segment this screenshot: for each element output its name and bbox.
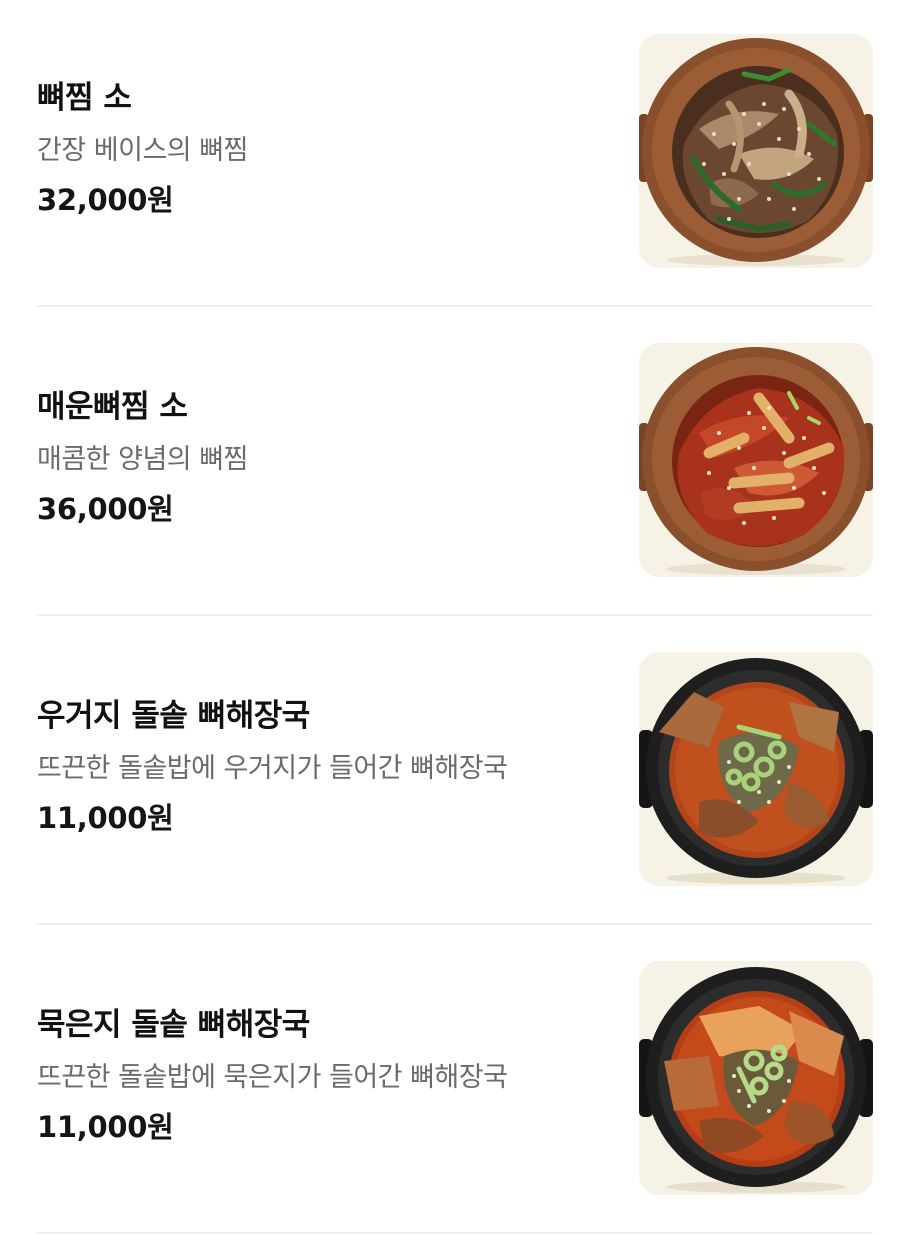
menu-item-name: 매운뼈찜 소 xyxy=(37,389,188,425)
menu-item-price: 11,000원 xyxy=(37,1110,174,1144)
menu-item-text: 우거지 돌솥 뼈해장국 뜨끈한 돌솥밥에 우거지가 들어간 뼈해장국 11,00… xyxy=(37,694,617,839)
menu-item-3[interactable]: 우거지 돌솥 뼈해장국 뜨끈한 돌솥밥에 우거지가 들어간 뼈해장국 11,00… xyxy=(0,618,900,927)
menu-item-4[interactable]: 묵은지 돌솥 뼈해장국 뜨끈한 돌솥밥에 묵은지가 들어간 뼈해장국 11,00… xyxy=(0,927,900,1236)
menu-item-price: 36,000원 xyxy=(37,492,174,526)
menu-item-2[interactable]: 매운뼈찜 소 매콤한 양념의 뼈찜 36,000원 xyxy=(0,309,900,618)
divider xyxy=(37,923,873,925)
kimchi-bone-soup-icon[interactable] xyxy=(639,961,873,1195)
menu-item-description: 뜨끈한 돌솥밥에 우거지가 들어간 뼈해장국 xyxy=(37,753,508,784)
cabbage-bone-soup-icon[interactable] xyxy=(639,652,873,886)
divider xyxy=(37,1232,873,1234)
menu-item-text: 매운뼈찜 소 매콤한 양념의 뼈찜 36,000원 xyxy=(37,385,617,530)
menu-list: 뼈찜 소 간장 베이스의 뼈찜 32,000원 매운뼈찜 소 매콤한 양념의 뼈… xyxy=(0,0,900,1236)
menu-item-name: 묵은지 돌솥 뼈해장국 xyxy=(37,1007,310,1043)
menu-item-1[interactable]: 뼈찜 소 간장 베이스의 뼈찜 32,000원 xyxy=(0,0,900,309)
menu-item-price: 32,000원 xyxy=(37,183,174,217)
divider xyxy=(37,614,873,616)
menu-item-text: 뼈찜 소 간장 베이스의 뼈찜 32,000원 xyxy=(37,76,617,221)
braised-pork-bone-soy-icon[interactable] xyxy=(639,34,873,268)
menu-item-price: 11,000원 xyxy=(37,801,174,835)
spicy-braised-pork-bone-icon[interactable] xyxy=(639,343,873,577)
divider xyxy=(37,305,873,307)
menu-item-description: 뜨끈한 돌솥밥에 묵은지가 들어간 뼈해장국 xyxy=(37,1062,508,1093)
menu-item-text: 묵은지 돌솥 뼈해장국 뜨끈한 돌솥밥에 묵은지가 들어간 뼈해장국 11,00… xyxy=(37,1003,617,1148)
menu-item-name: 뼈찜 소 xyxy=(37,80,132,116)
menu-item-description: 매콤한 양념의 뼈찜 xyxy=(37,444,248,475)
menu-item-description: 간장 베이스의 뼈찜 xyxy=(37,135,248,166)
menu-item-name: 우거지 돌솥 뼈해장국 xyxy=(37,698,310,734)
